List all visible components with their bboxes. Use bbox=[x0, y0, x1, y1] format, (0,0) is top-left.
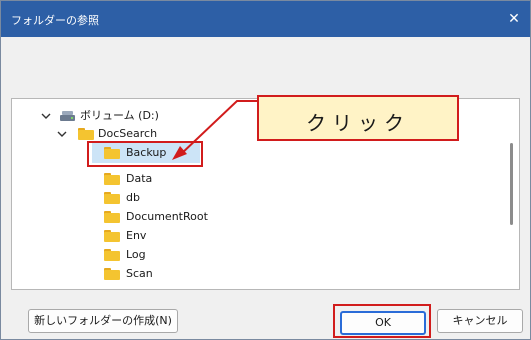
callout-text: クリック bbox=[306, 111, 410, 135]
folder-icon bbox=[104, 173, 120, 185]
tree-item-documentroot[interactable]: DocumentRoot bbox=[104, 208, 304, 226]
vertical-scrollbar[interactable] bbox=[510, 143, 513, 225]
tree-item-label: DocumentRoot bbox=[126, 210, 208, 223]
tree-item-env[interactable]: Env bbox=[104, 227, 304, 245]
annotation-callout: クリック bbox=[257, 95, 459, 141]
folder-icon bbox=[104, 192, 120, 204]
title-bar: フォルダーの参照 ✕ bbox=[1, 1, 530, 37]
tree-item-label: Log bbox=[126, 248, 146, 261]
annotation-highlight-ok bbox=[333, 304, 431, 338]
tree-item-label: ボリューム (D:) bbox=[80, 109, 159, 122]
annotation-highlight-backup bbox=[87, 141, 203, 167]
drive-icon bbox=[60, 111, 75, 121]
new-folder-button[interactable]: 新しいフォルダーの作成(N) bbox=[28, 309, 178, 333]
chevron-down-icon[interactable] bbox=[40, 107, 52, 125]
tree-item-db[interactable]: db bbox=[104, 189, 304, 207]
chevron-down-icon[interactable] bbox=[56, 125, 68, 143]
tree-item-label: Env bbox=[126, 229, 147, 242]
tree-item-label: Data bbox=[126, 172, 153, 185]
folder-browse-dialog: フォルダーの参照 ✕ ボリューム (D:) DocSearch Backup D… bbox=[0, 0, 531, 340]
folder-icon bbox=[104, 249, 120, 261]
folder-icon bbox=[104, 268, 120, 280]
folder-icon bbox=[104, 211, 120, 223]
close-icon[interactable]: ✕ bbox=[504, 9, 524, 29]
tree-item-log[interactable]: Log bbox=[104, 246, 304, 264]
cancel-button[interactable]: キャンセル bbox=[437, 309, 523, 333]
tree-item-data[interactable]: Data bbox=[104, 170, 304, 188]
tree-item-label: db bbox=[126, 191, 140, 204]
tree-item-label: Scan bbox=[126, 267, 153, 280]
tree-item-scan[interactable]: Scan bbox=[104, 265, 304, 283]
tree-item-drive[interactable]: ボリューム (D:) bbox=[40, 107, 240, 125]
folder-icon bbox=[104, 230, 120, 242]
window-title: フォルダーの参照 bbox=[11, 14, 99, 27]
folder-icon bbox=[78, 128, 94, 140]
